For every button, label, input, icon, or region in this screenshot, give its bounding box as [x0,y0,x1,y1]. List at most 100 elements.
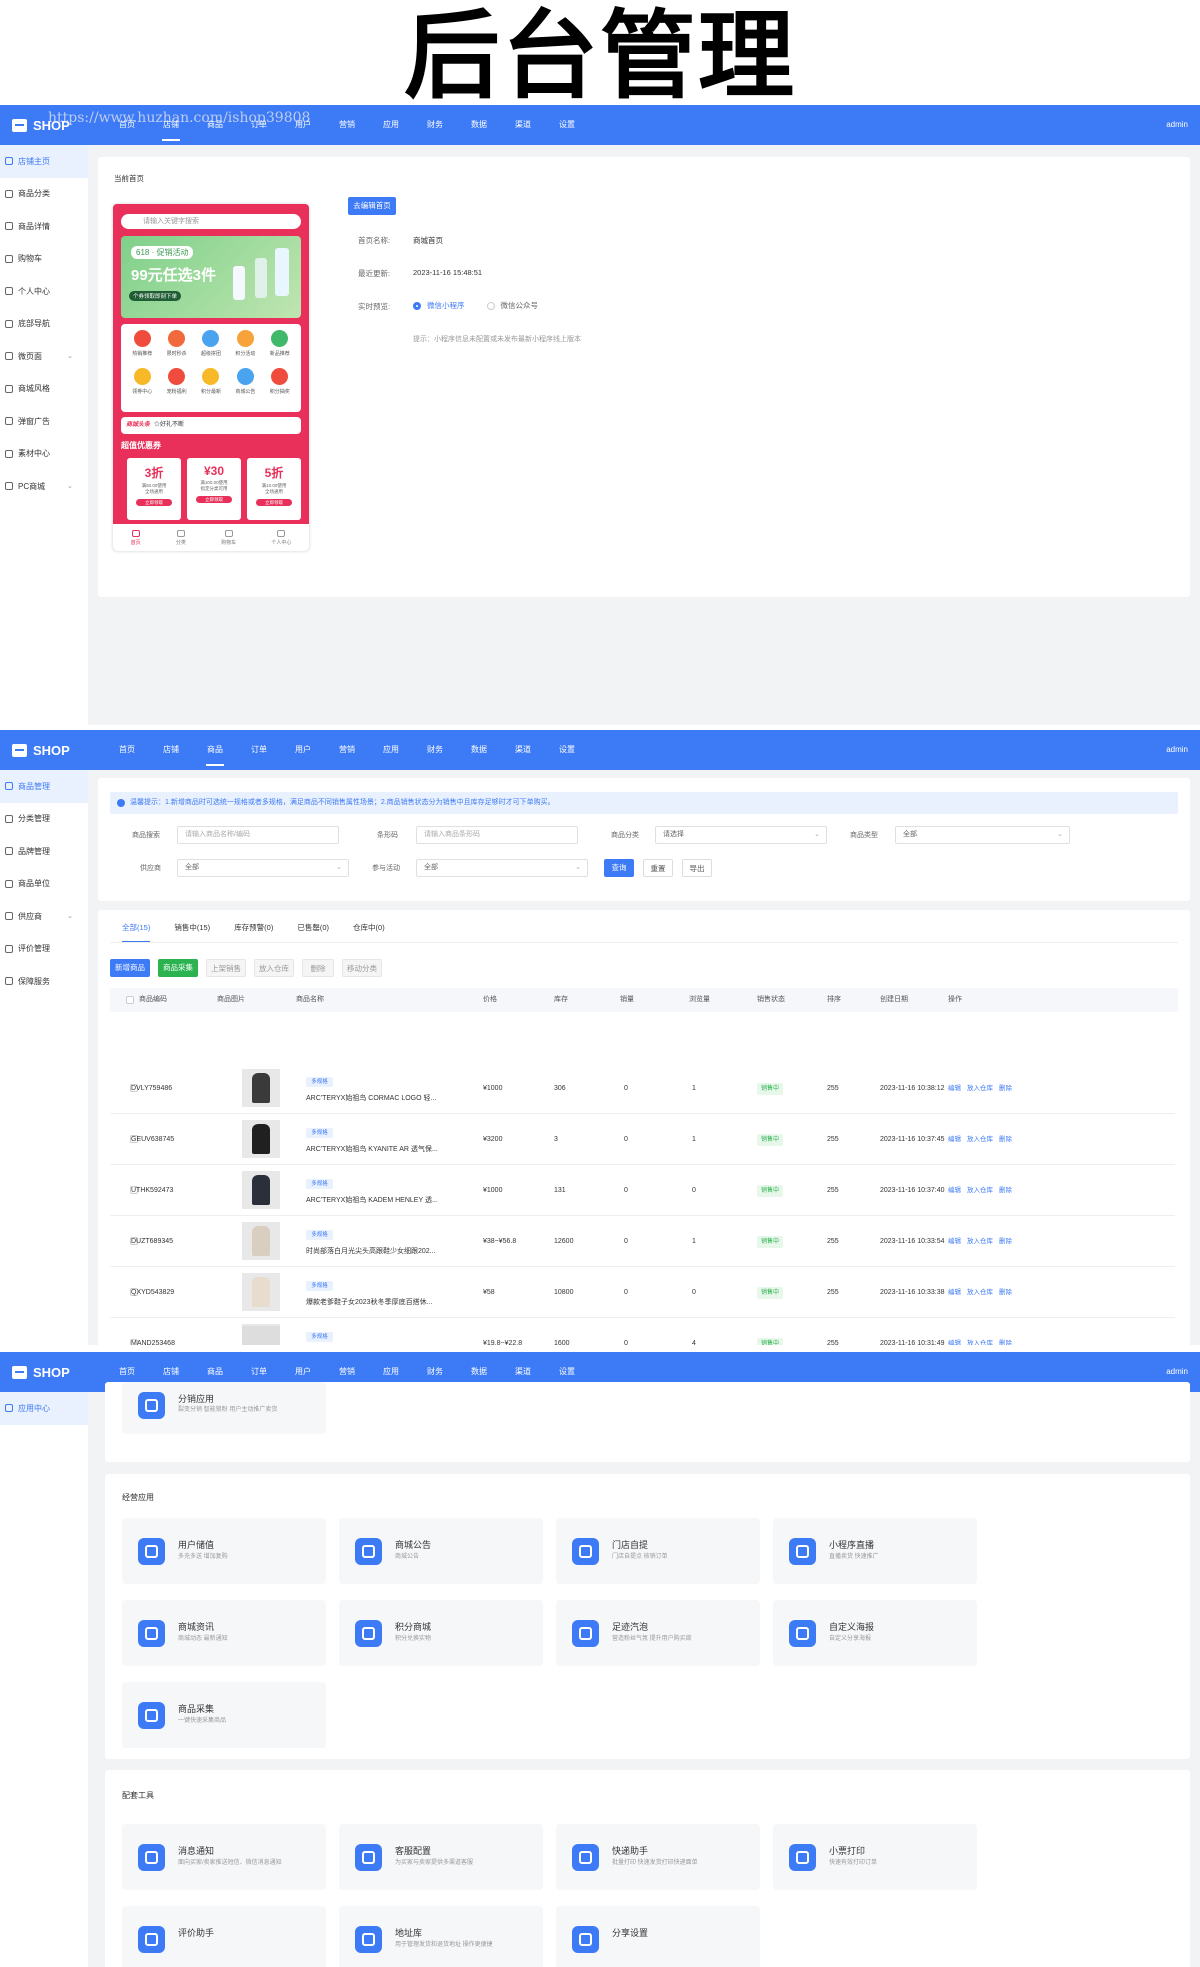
phone-tab-item[interactable]: 首页 [131,529,141,546]
delete-link[interactable]: 删除 [999,1238,1012,1245]
coupon-claim-button[interactable]: 立即领取 [256,499,292,506]
to-warehouse-link[interactable]: 放入仓库 [967,1289,993,1296]
phone-grid-item[interactable]: 超级拼团 [194,330,228,368]
table-row[interactable]: DVLY759486 ARC'TERYX始祖鸟 CORMAC LOGO 轻... 多… [110,1063,1175,1114]
phone-tab-item[interactable]: 个人中心 [271,529,291,546]
radio-option-miniprogram[interactable]: 微信小程序 [427,300,465,311]
app-card[interactable]: 用户储值 多充多送 增加复购 [122,1518,326,1584]
action-button[interactable]: 放入仓库 [254,959,294,977]
delete-link[interactable]: 删除 [999,1340,1012,1345]
sidebar-item[interactable]: 商品分类 [0,178,88,211]
sidebar-item[interactable]: 个人中心 [0,275,88,308]
nav-item[interactable]: 应用 [369,105,413,145]
product-name[interactable]: 格子毛呢a字半身裙女士秋冬2023新款包...多规格 [306,1328,333,1342]
admin-user[interactable]: admin [1166,105,1188,145]
radio-selected-icon[interactable] [413,301,421,310]
supplier-select[interactable]: 全部 ⌄ [177,859,349,877]
table-row[interactable]: GEUV638745 ARC'TERYX始祖鸟 KYANITE AR 透气保...… [110,1114,1175,1165]
phone-grid-item[interactable]: 宠粉福利 [159,368,193,406]
phone-search[interactable]: 请输入关键字搜索 [121,214,301,229]
table-row[interactable]: QXYD543829 爆款老爹鞋子女2023秋冬季厚底百搭休... 多规格 ¥58 10… [110,1267,1175,1318]
app-card[interactable]: 足迹汽泡 营造粉丝气氛 提升用户购买欲 [556,1600,760,1666]
nav-item[interactable]: 用户 [281,730,325,770]
radio-option-official[interactable]: 微信公众号 [501,300,539,311]
tab-item[interactable]: 全部(15) [122,922,151,943]
reset-button[interactable]: 重置 [643,859,673,877]
product-name[interactable]: ARC'TERYX始祖鸟 KYANITE AR 透气保... 多规格 [306,1124,438,1153]
app-card[interactable]: 客服配置 为买家与卖家提供多渠道客服 [339,1824,543,1890]
nav-item[interactable]: 营销 [325,105,369,145]
action-button[interactable]: 上架销售 [206,959,246,977]
edit-link[interactable]: 编辑 [948,1238,961,1245]
sidebar-item[interactable]: 商品详情 [0,210,88,243]
admin-user[interactable]: admin [1166,730,1188,770]
sidebar-item[interactable]: 保障服务 [0,965,88,998]
sidebar-item[interactable]: 购物车 [0,243,88,276]
to-warehouse-link[interactable]: 放入仓库 [967,1340,993,1345]
phone-grid-item[interactable]: 限时秒杀 [159,330,193,368]
nav-item[interactable]: 渠道 [501,730,545,770]
action-button[interactable]: 移动分类 [342,959,382,977]
sidebar-item[interactable]: 应用中心 [0,1392,88,1425]
action-button[interactable]: 商品采集 [158,959,198,977]
app-card[interactable]: 地址库 用于管理发货和退货地址 操作更便捷 [339,1906,543,1967]
phone-grid-item[interactable]: 热销推荐 [125,330,159,368]
nav-item[interactable]: 营销 [325,730,369,770]
phone-grid-item[interactable]: 商城公告 [228,368,262,406]
delete-link[interactable]: 删除 [999,1289,1012,1296]
nav-item[interactable]: 财务 [413,730,457,770]
phone-tab-item[interactable]: 分类 [176,529,186,546]
to-warehouse-link[interactable]: 放入仓库 [967,1187,993,1194]
delete-link[interactable]: 删除 [999,1085,1012,1092]
nav-item[interactable]: 数据 [457,730,501,770]
app-card[interactable]: 消息通知 面向买家/卖家推送短信、微信消息通知 [122,1824,326,1890]
search-input[interactable]: 请输入商品名称/编码 [177,826,339,844]
query-button[interactable]: 查询 [604,859,634,877]
phone-grid-item[interactable]: 领券中心 [125,368,159,406]
edit-link[interactable]: 编辑 [948,1187,961,1194]
product-name[interactable]: ARC'TERYX始祖鸟 CORMAC LOGO 轻... 多规格 [306,1073,436,1102]
table-row[interactable]: DUZT689345 时尚部落白月光尖头高跟鞋少女细跟202... 多规格 ¥38~¥… [110,1216,1175,1267]
app-card[interactable]: 小票打印 快速有效打印订单 [773,1824,977,1890]
sidebar-item[interactable]: 商品单位 [0,868,88,901]
sidebar-item[interactable]: 评价管理 [0,933,88,966]
nav-item[interactable]: 设置 [545,105,589,145]
tab-item[interactable]: 仓库中(0) [353,922,385,943]
app-card[interactable]: 商城资讯 商城动态 最新通知 [122,1600,326,1666]
nav-item[interactable]: 店铺 [149,730,193,770]
nav-item[interactable]: 订单 [237,730,281,770]
edit-link[interactable]: 编辑 [948,1289,961,1296]
delete-link[interactable]: 删除 [999,1136,1012,1143]
nav-item[interactable]: 首页 [105,730,149,770]
nav-item[interactable]: 数据 [457,105,501,145]
coupon-card[interactable]: ¥30 满100.00使用 指定分类可用 立即领取 [187,458,241,520]
logo[interactable]: SHOP [0,743,105,758]
sidebar-item[interactable]: 微页面 ⌄ [0,340,88,373]
app-card[interactable]: 商品采集 一键快速采集商品 [122,1682,326,1748]
coupon-card[interactable]: 3折 满50.00使用 全场通用 立即领取 [127,458,181,520]
phone-grid-item[interactable]: 积分活动 [228,330,262,368]
nav-item[interactable]: 设置 [545,730,589,770]
app-card[interactable]: 评价助手 [122,1906,326,1967]
tab-item[interactable]: 库存预警(0) [234,922,273,943]
product-name[interactable]: 爆款老爹鞋子女2023秋冬季厚底百搭休... 多规格 [306,1277,432,1306]
nav-item[interactable]: 渠道 [501,105,545,145]
app-card[interactable]: 小程序直播 直播卖货 快速推广 [773,1518,977,1584]
sidebar-item[interactable]: 商品管理 [0,770,88,803]
phone-grid-item[interactable]: 新品推荐 [263,330,297,368]
edit-link[interactable]: 编辑 [948,1340,961,1345]
activity-select[interactable]: 全部 ⌄ [416,859,588,877]
type-select[interactable]: 全部 ⌄ [895,826,1070,844]
app-card[interactable]: 门店自提 门店自提点 核销订单 [556,1518,760,1584]
phone-grid-item[interactable]: 积分最新 [194,368,228,406]
action-button[interactable]: 新增商品 [110,959,150,977]
sidebar-item[interactable]: 商城风格 [0,373,88,406]
nav-item[interactable]: 商品 [193,730,237,770]
app-card[interactable]: 自定义海报 自定义分享海报 [773,1600,977,1666]
export-button[interactable]: 导出 [682,859,712,877]
sidebar-item[interactable]: 弹窗广告 [0,405,88,438]
to-warehouse-link[interactable]: 放入仓库 [967,1085,993,1092]
edit-home-button[interactable]: 去编辑首页 [348,197,396,215]
phone-tab-item[interactable]: 购物车 [221,529,236,546]
to-warehouse-link[interactable]: 放入仓库 [967,1238,993,1245]
